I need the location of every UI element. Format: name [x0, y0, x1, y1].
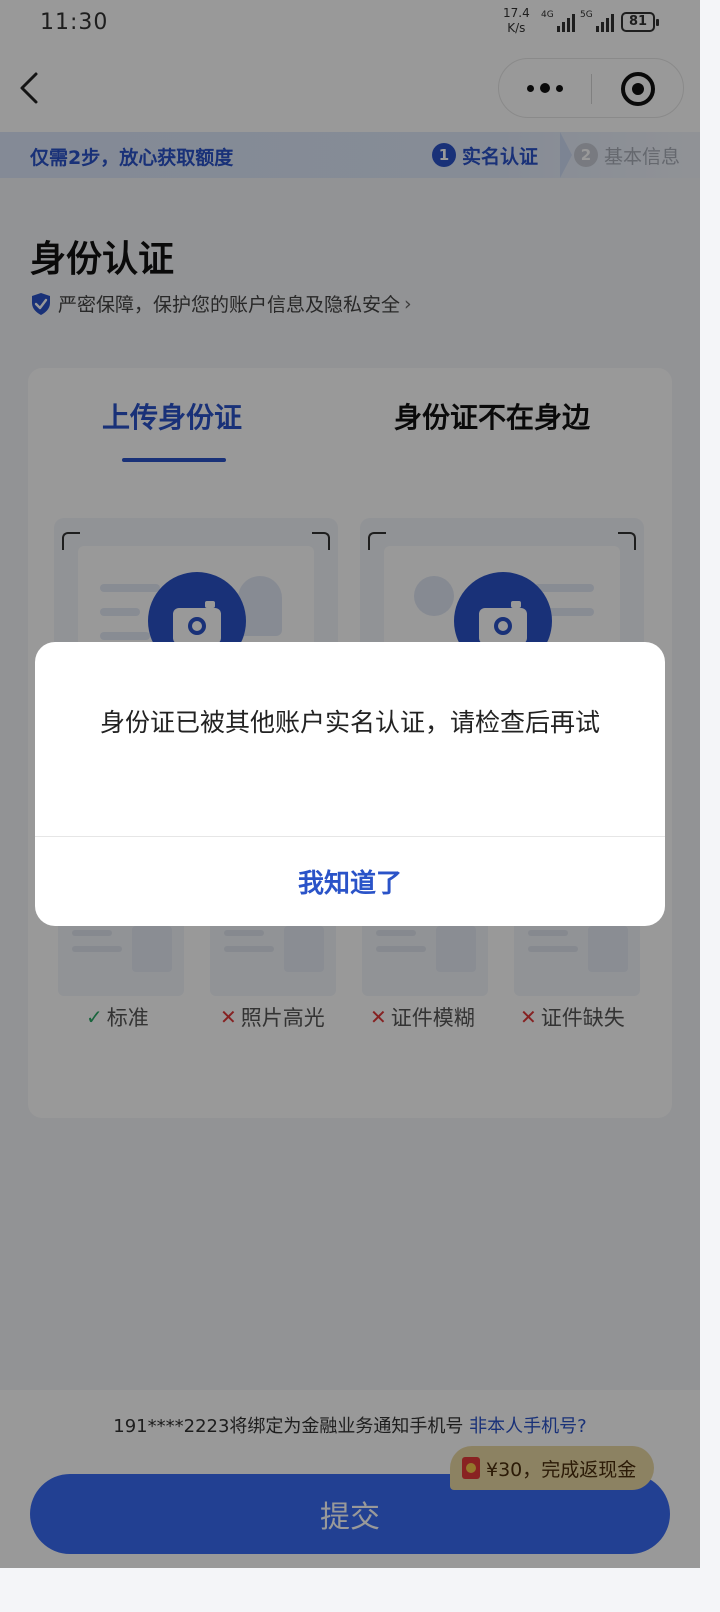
alert-dialog: 身份证已被其他账户实名认证，请检查后再试 我知道了 — [35, 642, 665, 926]
dialog-confirm-button[interactable]: 我知道了 — [35, 837, 665, 926]
dialog-message: 身份证已被其他账户实名认证，请检查后再试 — [99, 708, 600, 737]
